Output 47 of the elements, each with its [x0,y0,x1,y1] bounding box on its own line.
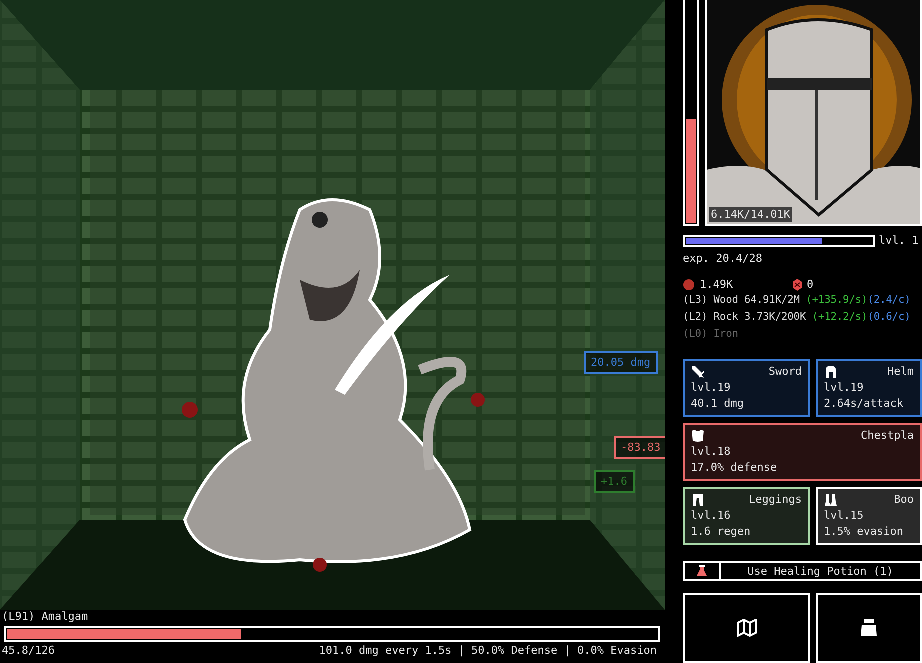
equipment-name: Leggings [749,493,802,507]
map-button[interactable] [683,593,810,663]
potion-icon [696,565,708,577]
damage-popup: -83.83 [614,436,665,459]
currency-amount: 1.49K [700,278,734,292]
player-level: lvl. 1 [879,234,919,248]
enemy-stats: 101.0 dmg every 1.5s | 50.0% Defense | 0.0% Evasion [319,644,657,658]
sword-icon [691,365,705,379]
resource-line: (L2) Rock 3.73K/200K (+12.2/s)(0.6/c) [683,310,912,325]
enemy-health-reading: 45.8/126 [2,644,55,658]
equipment-name: Chestpla [861,429,914,443]
equipment-card[interactable]: Sword lvl.19 40.1 dmg [683,359,810,417]
equipment-card[interactable]: Chestpla lvl.18 17.0% defense [683,423,922,481]
equipment-card[interactable]: Helm lvl.19 2.64s/attack [816,359,922,417]
enemy-name: (L91) Amalgam [1,610,90,624]
boots-icon [824,493,838,507]
blood-drop-icon [683,279,695,291]
leggings-icon [691,493,705,507]
gem-icon [793,279,802,291]
equipment-card[interactable]: Leggings lvl.16 1.6 regen [683,487,810,545]
equipment-name: Helm [888,365,914,379]
equipment-level: lvl.19 [691,381,732,395]
equipment-stat: 2.64s/attack [824,397,904,411]
chestplate-icon [691,429,705,443]
damage-popup: 20.05 dmg [584,351,658,374]
resource-line: (L0) Iron [683,327,740,342]
equipment-level: lvl.15 [824,509,865,523]
equipment-stat: 40.1 dmg [691,397,745,411]
equipment-name: Sword [768,365,802,379]
pot-icon [860,619,878,637]
healing-potion-button[interactable]: Use Healing Potion (1) [683,561,922,581]
equipment-level: lvl.18 [691,445,732,459]
helmet-icon [824,365,838,379]
currency-amount: 0 [807,278,814,292]
resource-line: (L3) Wood 64.91K/2M (+135.9/s)(2.4/c) [683,293,912,308]
equipment-stat: 1.5% evasion [824,525,904,539]
exp-reading: exp. 20.4/28 [683,252,764,266]
equipment-name: Boo [894,493,914,507]
equipment-level: lvl.19 [824,381,865,395]
inventory-button[interactable] [816,593,922,663]
equipment-stat: 1.6 regen [691,525,752,539]
map-icon [736,619,756,637]
equipment-card[interactable]: Boo lvl.15 1.5% evasion [816,487,922,545]
damage-popup: +1.6 [594,470,634,493]
equipment-stat: 17.0% defense [691,461,778,475]
player-health-reading: 6.14K/14.01K [709,207,792,222]
equipment-level: lvl.16 [691,509,732,523]
